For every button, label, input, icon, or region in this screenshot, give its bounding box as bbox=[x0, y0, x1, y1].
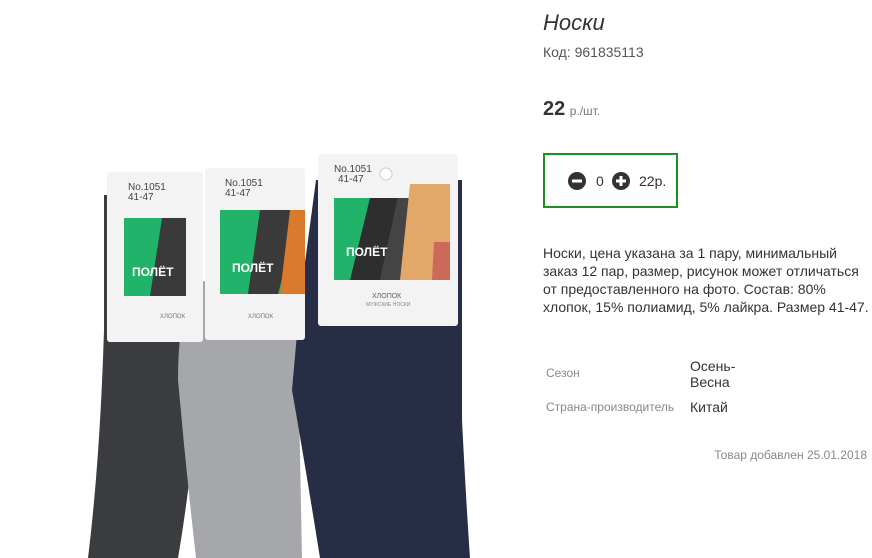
property-row: Страна-производитель Китай bbox=[543, 390, 740, 415]
label-size-text: 41-47 bbox=[128, 192, 154, 203]
label-material-text: ХЛОПОК bbox=[160, 314, 186, 320]
product-image[interactable]: No.1051 41-47 ПОЛЁТ ХЛОПОК No.1051 41-47… bbox=[0, 0, 520, 558]
quantity-value[interactable]: 0 bbox=[596, 173, 604, 189]
increase-quantity-button[interactable] bbox=[612, 172, 630, 190]
quantity-box: 0 22р. bbox=[543, 153, 678, 208]
property-label-country: Страна-производитель bbox=[546, 400, 675, 414]
sock-label: No.1051 41-47 ПОЛЁТ ХЛОПОК bbox=[205, 168, 305, 340]
properties-table: Сезон Осень-Весна Страна-производитель К… bbox=[543, 355, 740, 415]
product-code: Код: 961835113 bbox=[543, 44, 644, 60]
property-value-season: Осень-Весна bbox=[690, 358, 736, 390]
label-material-text: ХЛОПОК bbox=[372, 293, 402, 300]
label-size-text: 41-47 bbox=[225, 188, 251, 199]
label-brand-text: ПОЛЁТ bbox=[346, 244, 388, 259]
product-description: Носки, цена указана за 1 пару, минимальн… bbox=[543, 245, 869, 315]
decrease-quantity-button[interactable] bbox=[568, 172, 586, 190]
sock-label: No.1051 41-47 ПОЛЁТ ХЛОПОК МУЖСКИЕ НОСКИ bbox=[318, 154, 458, 326]
product-price: 22 р./шт. bbox=[543, 98, 600, 121]
plus-icon bbox=[616, 176, 626, 186]
property-value-country: Китай bbox=[690, 399, 728, 415]
property-label-season: Сезон bbox=[546, 366, 580, 380]
label-type-text: МУЖСКИЕ НОСКИ bbox=[366, 302, 411, 308]
price-value: 22 bbox=[543, 98, 566, 120]
label-material-text: ХЛОПОК bbox=[248, 314, 274, 320]
price-unit: р./шт. bbox=[569, 104, 601, 118]
label-brand-text: ПОЛЁТ bbox=[232, 260, 274, 275]
product-title: Носки bbox=[543, 10, 605, 35]
label-brand-text: ПОЛЁТ bbox=[132, 264, 174, 279]
product-added-date: Товар добавлен 25.01.2018 bbox=[714, 448, 867, 462]
quantity-total: 22р. bbox=[639, 173, 667, 189]
minus-icon bbox=[572, 179, 582, 183]
label-size-text: 41-47 bbox=[338, 174, 364, 185]
sock-label: No.1051 41-47 ПОЛЁТ ХЛОПОК bbox=[107, 172, 203, 342]
property-row: Сезон Осень-Весна bbox=[543, 355, 740, 390]
